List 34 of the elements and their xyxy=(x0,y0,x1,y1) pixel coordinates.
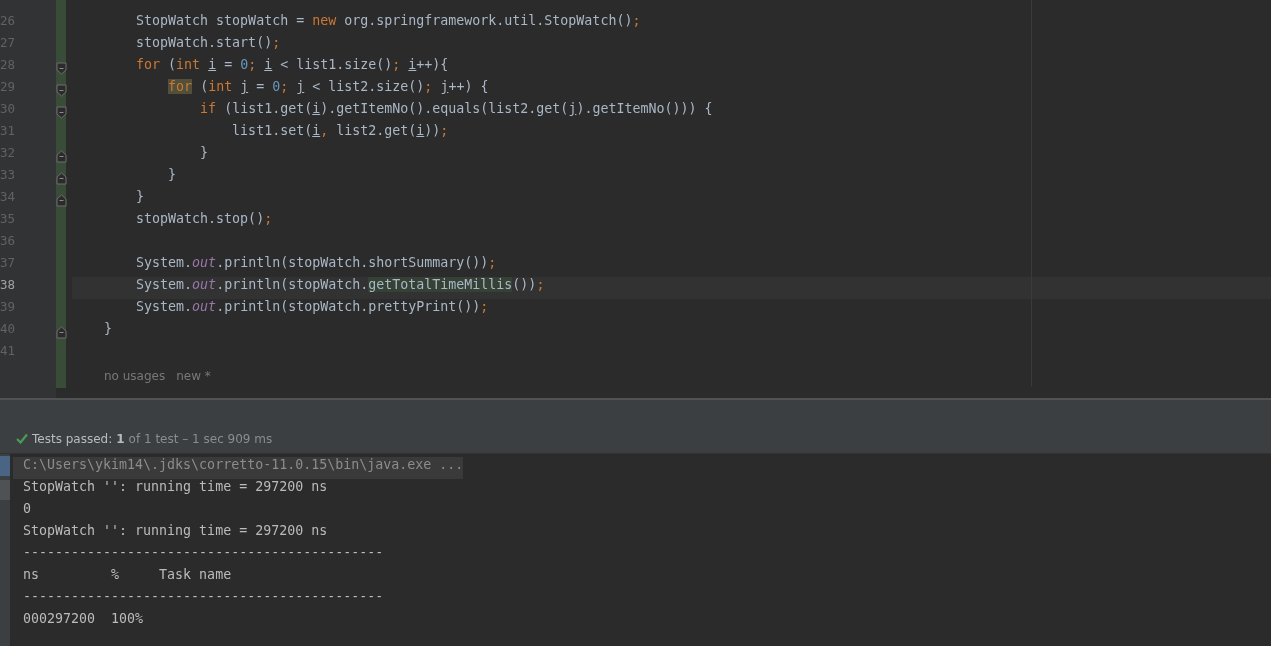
console-line: --------------------------------------------- xyxy=(22,589,384,606)
inlay-hint[interactable]: no usages xyxy=(104,369,166,383)
code-line: System.out.println(stopWatch.shortSummary()); xyxy=(135,255,498,272)
passed-count: 1 xyxy=(116,431,125,446)
console-line: 000297200 100% xyxy=(22,611,144,628)
line-number: 38 xyxy=(0,277,17,294)
fold-marker-icon[interactable] xyxy=(56,149,67,163)
code-line: } xyxy=(103,321,114,338)
code-line: stopWatch.stop(); xyxy=(135,211,274,228)
fold-marker-icon[interactable] xyxy=(56,61,67,75)
code-line: for (int i = 0; i < list1.size(); i++){ xyxy=(135,57,450,74)
inlay-hint[interactable]: new * xyxy=(176,369,211,383)
console-line: --------------------------------------------- xyxy=(22,545,384,562)
code-editor[interactable] xyxy=(0,0,1271,398)
fold-marker-icon[interactable] xyxy=(56,325,67,339)
code-line: list1.set(i, list2.get(i)); xyxy=(231,123,450,140)
code-line: if (list1.get(i).getItemNo().equals(list2.get(j).getItemNo())) { xyxy=(199,101,714,118)
code-line: } xyxy=(135,189,146,206)
console-line: 0 xyxy=(22,501,31,518)
code-line: System.out.println(stopWatch.prettyPrint()); xyxy=(135,299,490,316)
fold-marker-icon[interactable] xyxy=(56,171,67,185)
fold-marker-icon[interactable] xyxy=(56,193,67,207)
status-label: Tests passed: xyxy=(32,431,113,446)
fold-marker-icon[interactable] xyxy=(56,105,67,119)
console-line: ns % Task name xyxy=(22,567,232,584)
fold-marker-icon[interactable] xyxy=(56,83,67,97)
console-line: StopWatch '': running time = 297200 ns xyxy=(22,479,328,496)
code-line: for (int j = 0; j < list2.size(); j++) { xyxy=(167,79,490,96)
code-line: StopWatch stopWatch = new org.springframework.util.StopWatch(); xyxy=(135,13,642,30)
console-line: StopWatch '': running time = 297200 ns xyxy=(22,523,328,540)
code-line: stopWatch.start(); xyxy=(135,35,282,52)
code-line: } xyxy=(167,167,178,184)
status-detail: of 1 test – 1 sec 909 ms xyxy=(128,431,273,446)
code-line: } xyxy=(199,145,210,162)
